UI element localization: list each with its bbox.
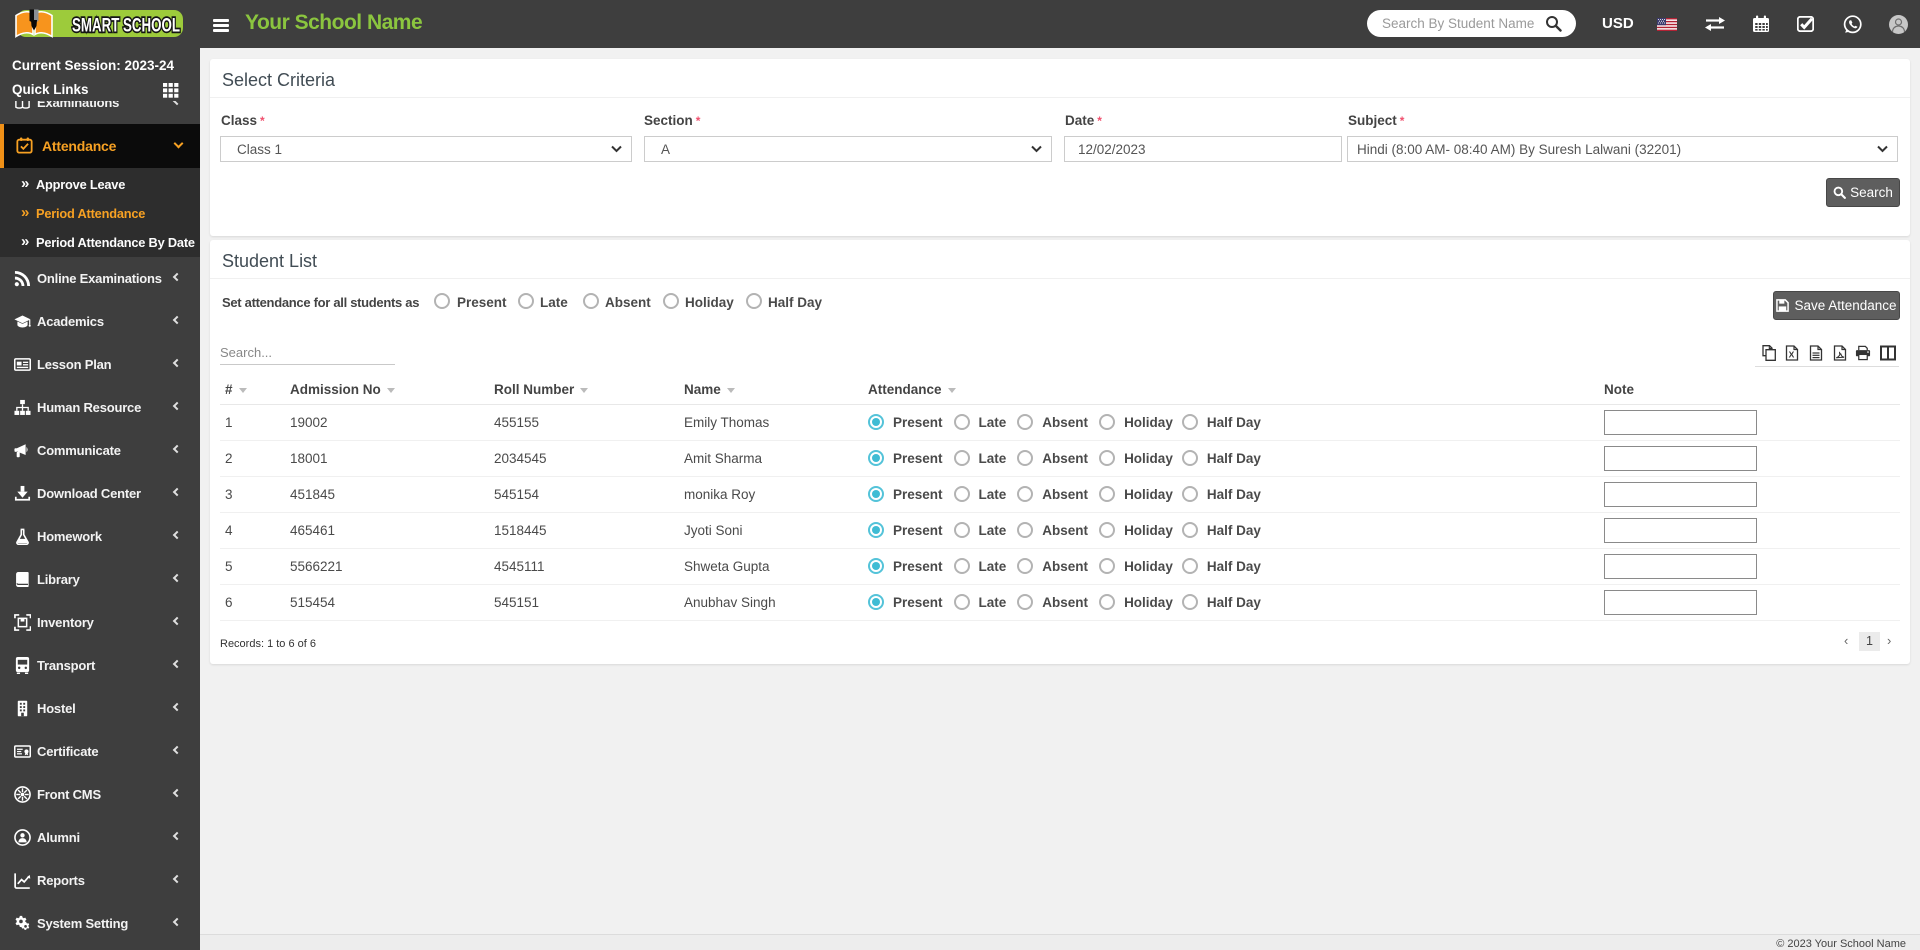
- svg-text:X: X: [1789, 350, 1795, 360]
- svg-text:SMART SCHOOL: SMART SCHOOL: [72, 16, 180, 37]
